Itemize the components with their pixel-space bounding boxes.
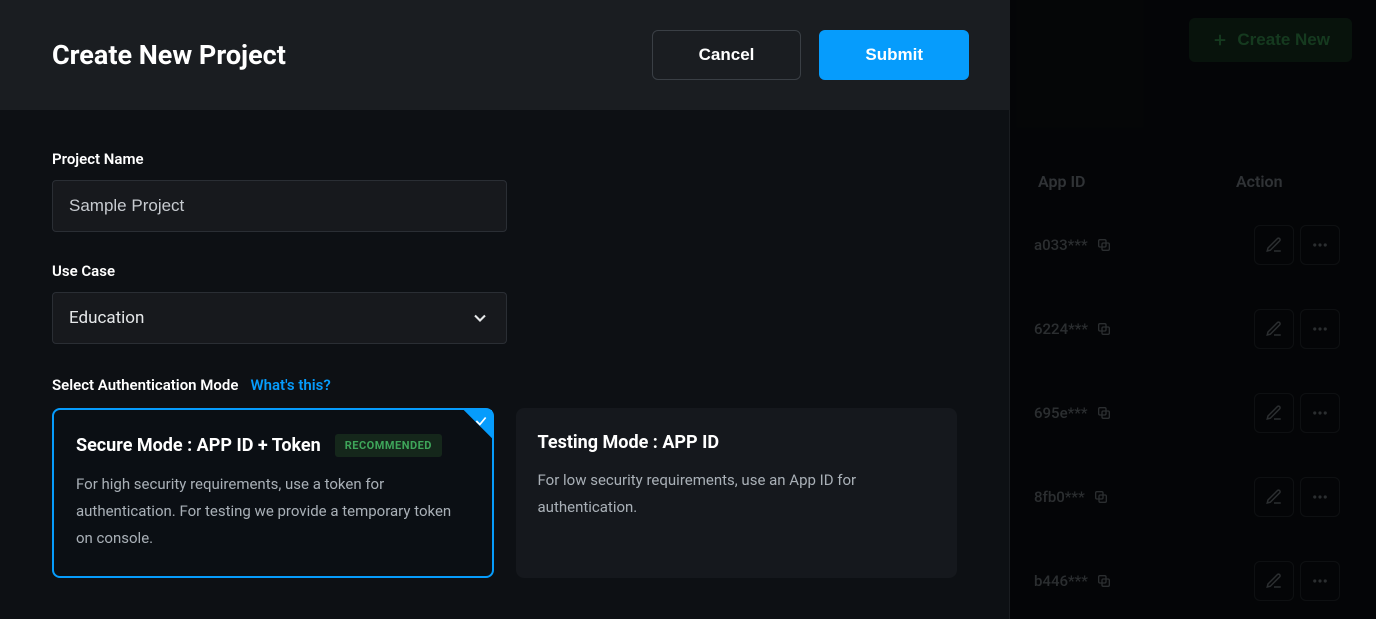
modal-title: Create New Project [52, 39, 286, 71]
use-case-label: Use Case [52, 262, 957, 280]
auth-card-secure-title: Secure Mode : APP ID + Token [76, 435, 321, 456]
recommended-badge: RECOMMENDED [335, 434, 442, 457]
whats-this-link[interactable]: What's this? [250, 376, 330, 394]
submit-button[interactable]: Submit [819, 30, 969, 80]
modal-body: Project Name Use Case Education Select A… [0, 110, 1009, 618]
use-case-value: Education [69, 308, 144, 328]
auth-card-secure[interactable]: Secure Mode : APP ID + Token RECOMMENDED… [52, 408, 494, 578]
check-icon [474, 414, 488, 428]
auth-mode-label: Select Authentication Mode [52, 376, 238, 394]
project-name-label: Project Name [52, 150, 957, 168]
auth-card-testing-desc: For low security requirements, use an Ap… [538, 467, 935, 521]
modal-header: Create New Project Cancel Submit [0, 0, 1009, 110]
chevron-down-icon [470, 308, 490, 328]
cancel-button[interactable]: Cancel [652, 30, 802, 80]
auth-card-testing[interactable]: Testing Mode : APP ID For low security r… [516, 408, 957, 578]
use-case-select[interactable]: Education [52, 292, 507, 344]
selected-corner [452, 410, 492, 450]
create-project-modal: Create New Project Cancel Submit Project… [0, 0, 1010, 619]
project-name-input[interactable] [52, 180, 507, 232]
auth-card-testing-title: Testing Mode : APP ID [538, 432, 720, 453]
auth-card-secure-desc: For high security requirements, use a to… [76, 471, 470, 552]
